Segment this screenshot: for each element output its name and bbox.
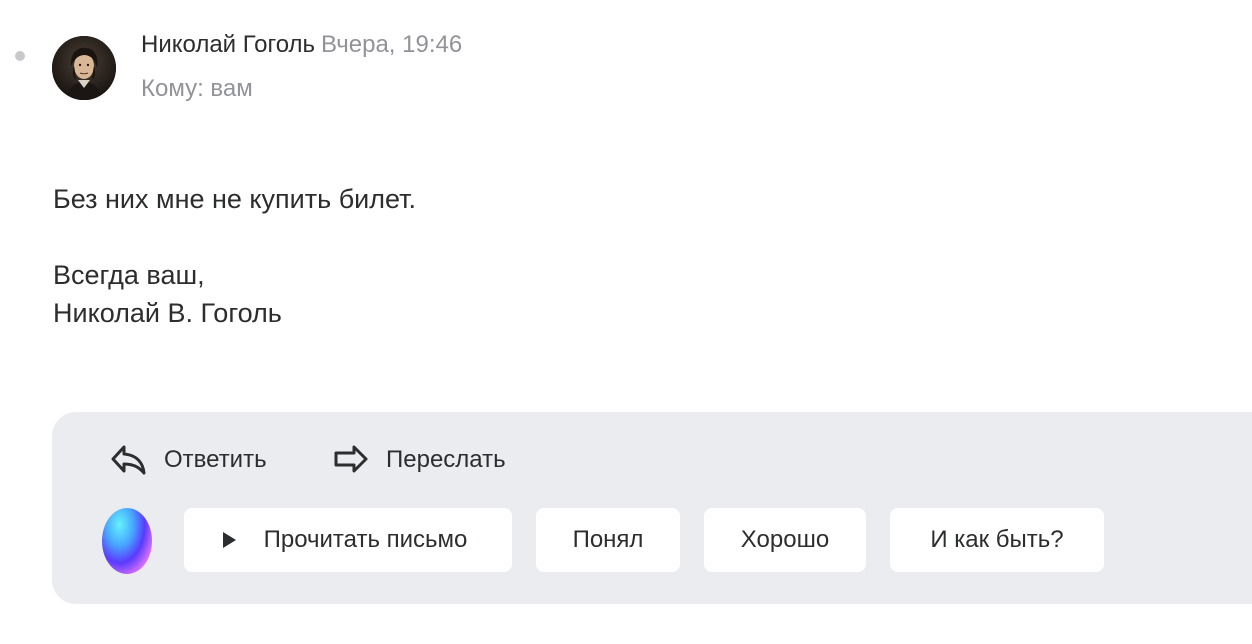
- recipient-line[interactable]: Кому: вам: [141, 74, 462, 104]
- email-view: Николай Гоголь Вчера, 19:46 Кому: вам Без…: [0, 0, 1252, 644]
- forward-arrow-icon: [332, 442, 370, 478]
- reply-arrow-icon: [110, 442, 148, 478]
- quick-reply-label: Понял: [572, 526, 644, 553]
- voice-assistant-icon[interactable]: [102, 508, 152, 574]
- body-line: Николай В. Гоголь: [53, 298, 282, 328]
- play-icon: [222, 532, 236, 548]
- quick-reply-label: Хорошо: [740, 526, 830, 553]
- body-line: Всегда ваш,: [53, 260, 205, 290]
- reply-button[interactable]: Ответить: [110, 442, 267, 478]
- forward-label: Переслать: [386, 446, 506, 473]
- reply-panel: Ответить Переслать Прочитать письмо Поня…: [52, 412, 1252, 604]
- quick-reply-button[interactable]: И как быть?: [890, 508, 1104, 572]
- reply-label: Ответить: [164, 446, 267, 473]
- quick-reply-label: И как быть?: [930, 526, 1064, 553]
- read-aloud-label: Прочитать письмо: [263, 526, 468, 553]
- sender-name[interactable]: Николай Гоголь: [141, 31, 315, 58]
- avatar[interactable]: [52, 36, 116, 100]
- message-header: Николай Гоголь Вчера, 19:46 Кому: вам: [141, 30, 462, 104]
- forward-button[interactable]: Переслать: [332, 442, 506, 478]
- header-sender-line: Николай Гоголь Вчера, 19:46: [141, 30, 462, 60]
- message-body: Без них мне не купить билет. Всегда ваш,…: [53, 180, 416, 332]
- read-aloud-button[interactable]: Прочитать письмо: [184, 508, 512, 572]
- unread-dot-icon[interactable]: [15, 51, 25, 61]
- quick-reply-button[interactable]: Хорошо: [704, 508, 866, 572]
- quick-reply-button[interactable]: Понял: [536, 508, 680, 572]
- body-line: Без них мне не купить билет.: [53, 184, 416, 214]
- message-date: Вчера, 19:46: [321, 31, 463, 58]
- avatar-portrait: [52, 36, 116, 100]
